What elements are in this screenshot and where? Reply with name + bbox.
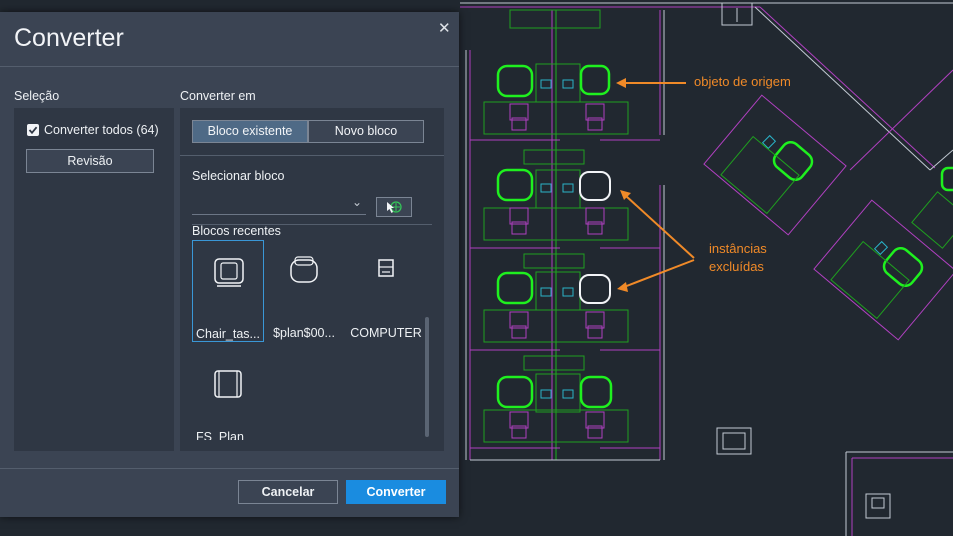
dropdown-underline [192,214,366,215]
review-button[interactable]: Revisão [26,149,154,173]
source-object-annotation: objeto de origem [694,74,791,89]
recent-block-name: COMPUTER [350,326,422,340]
recent-block-tile[interactable]: COMPUTER [350,240,422,342]
footer-divider [0,468,459,469]
recent-block-tile[interactable]: Chair_tas... [192,240,264,342]
checkmark-icon [28,126,38,135]
office-chair-icon [214,258,244,287]
computer-icon [378,259,394,277]
recent-block-tile[interactable]: $plan$00... [268,240,340,342]
pick-block-button[interactable] [376,197,412,217]
round-chair-icon [290,256,318,283]
tab-new-block[interactable]: Novo bloco [308,120,424,143]
title-divider [0,66,459,67]
convert-all-checkbox[interactable] [27,124,39,136]
convert-button[interactable]: Converter [346,480,446,504]
select-block-label: Selecionar bloco [192,169,285,183]
recent-block-name: $plan$00... [273,326,335,340]
convert-to-section-label: Converter em [180,89,256,103]
excluded-instances-annotation-line2: excluídas [709,259,764,274]
recent-blocks-label: Blocos recentes [192,224,281,238]
selection-section-label: Seleção [14,89,60,103]
armchair-icon [214,370,242,398]
recent-block-name: FS_Plan [196,430,244,440]
cancel-button[interactable]: Cancelar [238,480,338,504]
recent-block-name: Chair_tas... [196,327,260,341]
tabs-divider [180,155,444,156]
dialog-title: Converter [14,24,124,52]
pick-block-icon [387,201,402,213]
select-block-dropdown[interactable]: ⌄ [192,195,366,215]
chevron-down-icon: ⌄ [351,195,362,209]
convert-all-label: Converter todos (64) [44,123,159,137]
tab-existing-block[interactable]: Bloco existente [192,120,308,143]
recent-blocks-scrollbar[interactable] [425,317,429,437]
close-icon[interactable]: ✕ [438,19,451,37]
recent-block-tile[interactable]: FS_Plan [192,352,264,440]
excluded-instances-annotation-line1: instâncias [709,241,767,256]
converter-dialog: Converter ✕ Seleção Converter em Convert… [0,12,459,517]
